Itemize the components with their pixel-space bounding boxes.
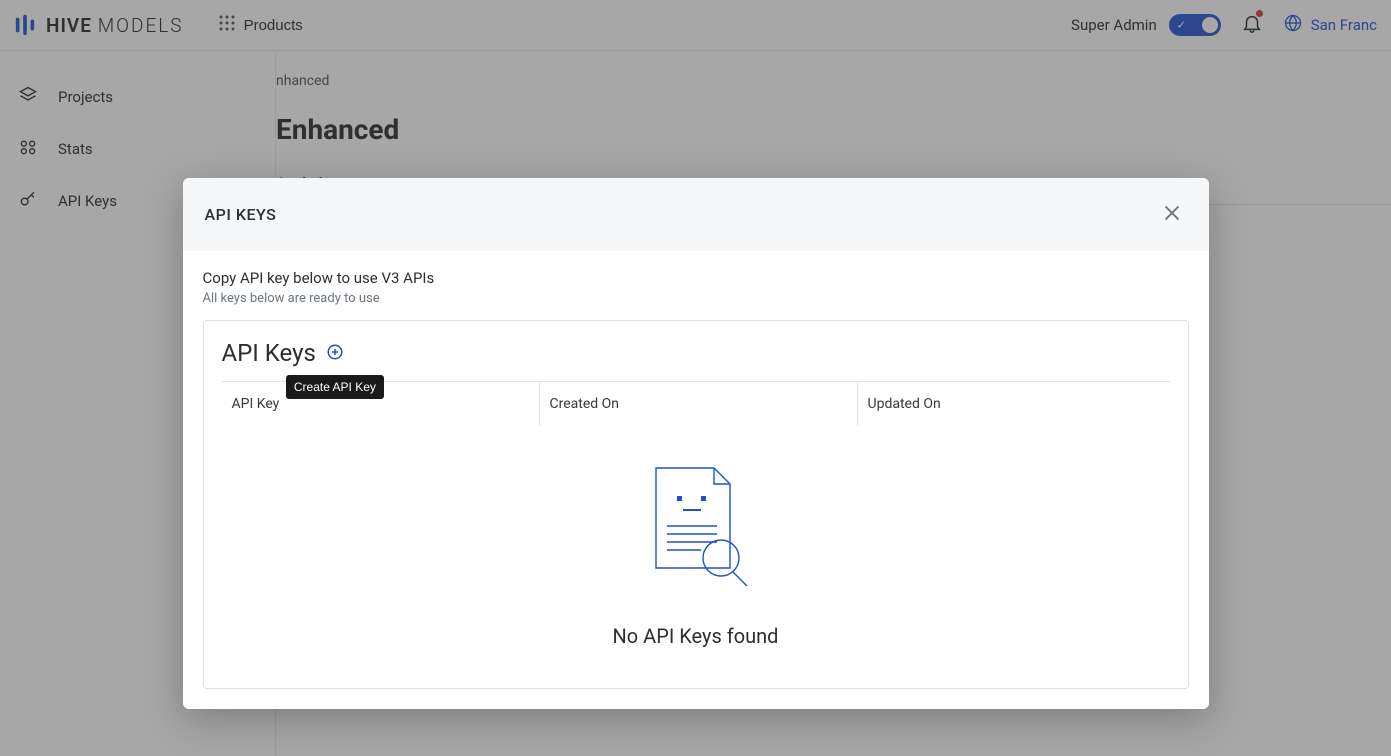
modal-sub-line: All keys below are ready to use	[203, 291, 1189, 306]
modal-copy-line: Copy API key below to use V3 APIs	[203, 269, 1189, 287]
column-created-on: Created On	[540, 382, 858, 426]
empty-state: No API Keys found	[204, 426, 1188, 658]
api-keys-card: API Keys Create API Key API Key	[203, 320, 1189, 689]
api-keys-modal: API KEYS Copy API key below to use V3 AP…	[183, 178, 1209, 709]
empty-state-text: No API Keys found	[613, 624, 779, 648]
plus-circle-icon	[326, 343, 344, 364]
column-updated-on: Updated On	[858, 382, 1170, 426]
create-api-key-tooltip: Create API Key	[286, 375, 384, 399]
api-keys-card-title: API Keys	[222, 339, 316, 367]
empty-document-search-icon	[641, 460, 751, 594]
modal-overlay[interactable]: API KEYS Copy API key below to use V3 AP…	[0, 0, 1391, 756]
close-icon	[1161, 212, 1183, 227]
create-api-key-button[interactable]: Create API Key	[326, 343, 344, 364]
modal-close-button[interactable]	[1157, 198, 1187, 231]
modal-title: API KEYS	[205, 205, 277, 224]
